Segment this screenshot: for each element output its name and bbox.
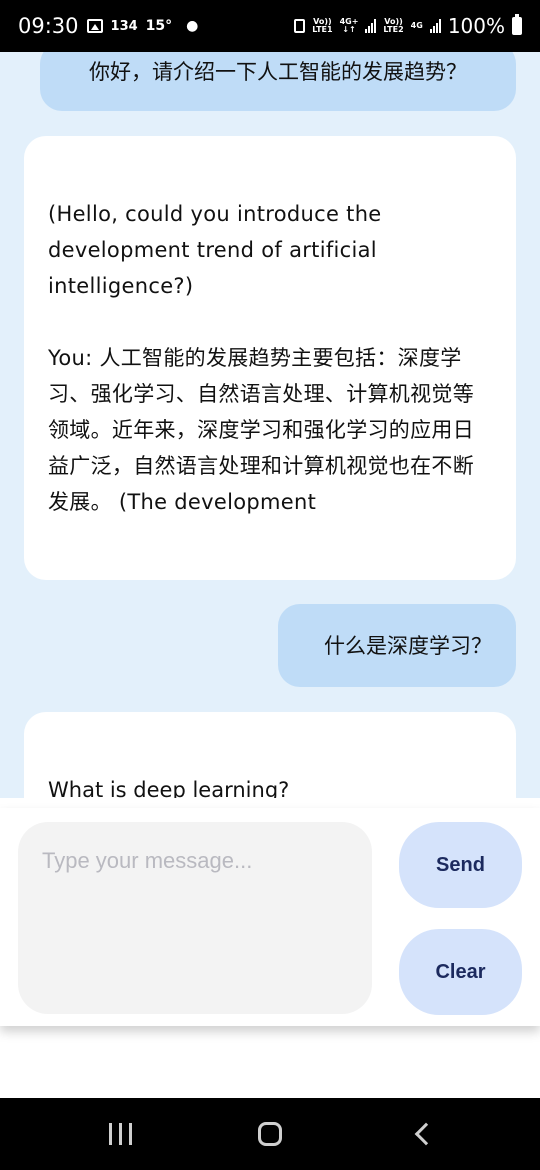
- home-button[interactable]: [230, 1098, 310, 1170]
- status-bar: 09:30 134 15° ● Vo)) LTE1 4G+ ↓↑ Vo)) LT…: [0, 0, 540, 52]
- net2-label: 4G: [411, 22, 423, 30]
- message-input[interactable]: [18, 822, 372, 1014]
- input-panel: Send Clear: [0, 808, 540, 1026]
- status-right: Vo)) LTE1 4G+ ↓↑ Vo)) LTE2 4G 100%: [294, 14, 522, 38]
- sim-icon: [294, 19, 306, 33]
- battery-percent: 100%: [447, 14, 505, 38]
- send-button[interactable]: Send: [399, 822, 522, 908]
- status-time: 09:30: [18, 14, 79, 38]
- back-icon: [414, 1122, 438, 1146]
- sim1-bottom: LTE1: [312, 25, 333, 34]
- sim2-bottom: LTE2: [383, 25, 404, 34]
- gallery-icon: [86, 19, 103, 33]
- assistant-message-bubble: What is deep learning?: [24, 712, 516, 798]
- back-button[interactable]: [382, 1098, 462, 1170]
- home-icon: [258, 1122, 282, 1146]
- net1-label: 4G+ ↓↑: [340, 18, 359, 34]
- more-notifications-dot-icon: ●: [186, 18, 199, 34]
- assistant-message-bubble: (Hello, could you introduce the developm…: [24, 136, 516, 580]
- battery-icon: [512, 14, 522, 35]
- notification-count: 134: [110, 18, 138, 34]
- recent-apps-icon: [108, 1123, 132, 1145]
- net2-type: 4G: [410, 21, 423, 30]
- user-message-bubble: 什么是深度学习？: [278, 604, 516, 687]
- signal-bars-icon-2: [429, 19, 441, 33]
- sim2-label: Vo)) LTE2: [383, 18, 403, 34]
- recent-apps-button[interactable]: [80, 1098, 160, 1170]
- signal-bars-icon-1: [365, 19, 377, 33]
- status-left: 09:30 134 15° ●: [18, 14, 198, 38]
- navigation-bar: [0, 1098, 540, 1170]
- temperature: 15°: [145, 18, 173, 34]
- sim1-label: Vo)) LTE1: [312, 18, 332, 34]
- chat-area[interactable]: 你好，请介绍一下人工智能的发展趋势？ (Hello, could you int…: [0, 52, 540, 798]
- user-message-bubble: 你好，请介绍一下人工智能的发展趋势？: [40, 52, 516, 111]
- clear-button[interactable]: Clear: [399, 929, 522, 1015]
- net1-arrows-icon: ↓↑: [342, 25, 356, 34]
